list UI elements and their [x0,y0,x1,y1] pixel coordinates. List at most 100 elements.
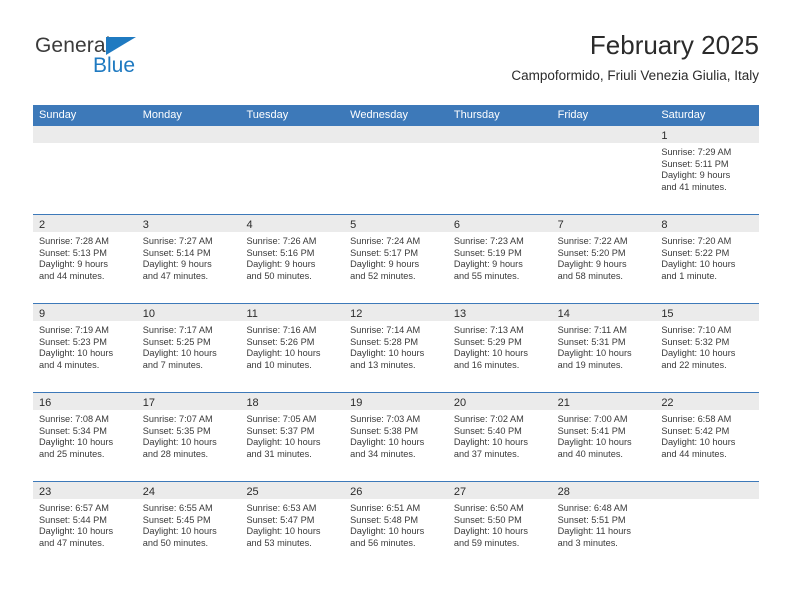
day-detail-line: Sunset: 5:50 PM [453,514,522,525]
day-details: Sunrise: 7:22 AM Sunset: 5:20 PM Daylight:… [552,232,656,282]
day-cell[interactable]: 11 Sunrise: 7:16 AM Sunset: 5:26 PM Dayligh… [240,304,345,392]
day-detail-line: Sunrise: 7:23 AM [453,236,524,246]
day-detail-line: Daylight: 10 hours [661,259,736,270]
day-detail-line: Sunset: 5:42 PM [661,425,730,436]
day-detail-line: Sunrise: 7:14 AM [350,325,421,335]
day-number-strip: 12 [344,304,448,321]
day-detail-line: Sunset: 5:47 PM [246,514,315,525]
day-cell[interactable]: 24 Sunrise: 6:55 AM Sunset: 5:45 PM Dayligh… [136,482,241,570]
day-cell[interactable]: 23 Sunrise: 6:57 AM Sunset: 5:44 PM Dayligh… [33,482,137,570]
day-detail-line: and 19 minutes. [557,359,623,370]
day-cell-empty [136,126,241,214]
day-cell[interactable]: 26 Sunrise: 6:51 AM Sunset: 5:48 PM Dayligh… [344,482,448,570]
day-number-strip: 21 [551,393,656,410]
day-cell[interactable]: 17 Sunrise: 7:07 AM Sunset: 5:35 PM Dayligh… [136,393,241,481]
day-details [448,143,552,147]
day-number-strip: 5 [344,215,448,232]
day-details [137,143,241,147]
day-detail-line: Sunset: 5:31 PM [557,336,626,347]
day-cell[interactable]: 12 Sunrise: 7:14 AM Sunset: 5:28 PM Dayligh… [344,304,448,392]
day-number-strip: 25 [240,482,345,499]
day-number-strip: 26 [344,482,448,499]
day-detail-line: Daylight: 9 hours [661,170,731,181]
day-detail-line: and 59 minutes. [453,537,520,548]
day-cell[interactable]: 16 Sunrise: 7:08 AM Sunset: 5:34 PM Dayligh… [33,393,137,481]
day-detail-line: Sunrise: 7:08 AM [39,414,109,424]
day-number: 25 [246,486,259,498]
page-title: February 2025 [589,30,759,60]
general-blue-logo[interactable]: General Blue [33,34,263,90]
day-cell[interactable]: 7 Sunrise: 7:22 AM Sunset: 5:20 PM Daylight… [551,215,656,303]
day-cell[interactable]: 13 Sunrise: 7:13 AM Sunset: 5:29 PM Dayligh… [447,304,552,392]
day-number-strip: 20 [447,393,552,410]
day-number: 27 [453,486,467,498]
day-cell[interactable]: 8 Sunrise: 7:20 AM Sunset: 5:22 PM Daylight… [655,215,760,303]
day-cell[interactable]: 25 Sunrise: 6:53 AM Sunset: 5:47 PM Dayligh… [240,482,345,570]
day-cell[interactable]: 2 Sunrise: 7:28 AM Sunset: 5:13 PM Daylight… [33,215,137,303]
day-detail-line: and 47 minutes. [39,537,105,548]
day-cell[interactable]: 10 Sunrise: 7:17 AM Sunset: 5:25 PM Dayligh… [136,304,241,392]
day-detail-line: Sunrise: 7:29 AM [661,147,732,157]
day-number: 12 [350,308,363,320]
day-number-strip [344,126,448,143]
day-number: 26 [350,486,363,498]
weekday-header-friday: Friday [557,109,589,121]
day-detail-line: Sunset: 5:48 PM [350,514,419,525]
day-detail-line: Sunrise: 7:20 AM [661,236,732,246]
day-cell[interactable]: 27 Sunrise: 6:50 AM Sunset: 5:50 PM Dayligh… [447,482,552,570]
day-detail-line: and 28 minutes. [142,448,209,459]
day-detail-line: Daylight: 10 hours [453,437,528,448]
day-detail-line: Sunset: 5:41 PM [557,425,626,436]
day-details [240,143,344,147]
day-cell[interactable]: 9 Sunrise: 7:19 AM Sunset: 5:23 PM Daylight… [33,304,137,392]
day-detail-line: and 10 minutes. [246,359,312,370]
day-number: 14 [557,308,570,320]
day-detail-line: and 58 minutes. [557,270,623,281]
day-details [552,143,656,147]
day-number-strip [33,126,137,143]
day-detail-line: and 34 minutes. [350,448,416,459]
day-cell[interactable]: 15 Sunrise: 7:10 AM Sunset: 5:32 PM Dayligh… [655,304,760,392]
day-cell[interactable]: 6 Sunrise: 7:23 AM Sunset: 5:19 PM Daylight… [447,215,552,303]
day-cell[interactable]: 28 Sunrise: 6:48 AM Sunset: 5:51 PM Dayligh… [551,482,656,570]
day-cell[interactable]: 19 Sunrise: 7:03 AM Sunset: 5:38 PM Dayligh… [344,393,448,481]
day-cell[interactable]: 1 Sunrise: 7:29 AM Sunset: 5:11 PM Daylight… [655,126,760,214]
day-number-strip: 8 [655,215,760,232]
day-details: Sunrise: 6:58 AM Sunset: 5:42 PM Daylight:… [655,410,759,460]
day-detail-line: Sunset: 5:40 PM [453,425,522,436]
day-details: Sunrise: 7:14 AM Sunset: 5:28 PM Daylight:… [344,321,448,371]
day-detail-line: and 37 minutes. [453,448,520,459]
day-detail-line: and 50 minutes. [142,537,209,548]
day-detail-line: Sunrise: 6:50 AM [453,503,524,513]
day-cell[interactable]: 20 Sunrise: 7:02 AM Sunset: 5:40 PM Dayligh… [447,393,552,481]
day-cell[interactable]: 18 Sunrise: 7:05 AM Sunset: 5:37 PM Dayligh… [240,393,345,481]
day-cell[interactable]: 3 Sunrise: 7:27 AM Sunset: 5:14 PM Daylight… [136,215,241,303]
day-details: Sunrise: 6:48 AM Sunset: 5:51 PM Daylight:… [552,499,656,549]
day-details: Sunrise: 7:24 AM Sunset: 5:17 PM Daylight:… [344,232,448,282]
day-cell[interactable]: 14 Sunrise: 7:11 AM Sunset: 5:31 PM Dayligh… [551,304,656,392]
day-number-strip: 6 [447,215,552,232]
day-cell[interactable]: 22 Sunrise: 6:58 AM Sunset: 5:42 PM Dayligh… [655,393,760,481]
day-detail-line: Sunset: 5:23 PM [39,336,107,347]
week-row: 16 Sunrise: 7:08 AM Sunset: 5:34 PM Dayligh… [33,392,760,481]
day-cell[interactable]: 4 Sunrise: 7:26 AM Sunset: 5:16 PM Daylight… [240,215,345,303]
day-detail-line: Daylight: 9 hours [350,259,420,270]
day-details: Sunrise: 7:11 AM Sunset: 5:31 PM Daylight:… [552,321,656,371]
day-cell[interactable]: 5 Sunrise: 7:24 AM Sunset: 5:17 PM Daylight… [344,215,448,303]
day-detail-line: Sunrise: 7:19 AM [39,325,109,335]
day-detail-line: Daylight: 9 hours [246,259,316,270]
day-details: Sunrise: 7:16 AM Sunset: 5:26 PM Daylight:… [240,321,344,371]
day-number-strip: 14 [551,304,656,321]
day-detail-line: and 13 minutes. [350,359,416,370]
day-detail-line: Daylight: 9 hours [142,259,212,270]
day-detail-line: Sunset: 5:13 PM [39,247,107,258]
day-detail-line: Sunrise: 6:57 AM [39,503,109,513]
day-details: Sunrise: 7:28 AM Sunset: 5:13 PM Daylight:… [33,232,137,282]
day-number-strip [655,482,760,499]
day-detail-line: Sunrise: 7:16 AM [246,325,317,335]
day-detail-line: Daylight: 10 hours [557,437,632,448]
day-number-strip: 28 [551,482,656,499]
day-details: Sunrise: 7:03 AM Sunset: 5:38 PM Daylight:… [344,410,448,460]
day-cell[interactable]: 21 Sunrise: 7:00 AM Sunset: 5:41 PM Dayligh… [551,393,656,481]
day-detail-line: Sunrise: 7:17 AM [142,325,213,335]
